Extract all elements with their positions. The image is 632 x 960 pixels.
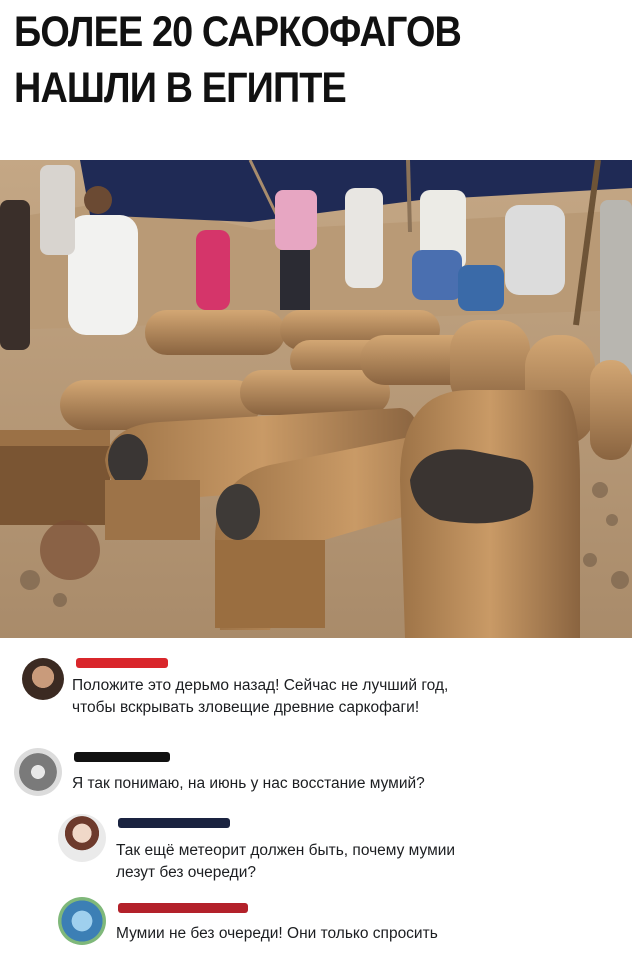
comment-text-line-2: лезут без очереди? [116,864,257,881]
comment-text-line-1: Мумии не без очереди! Они только спросит… [116,925,438,942]
reply-2: Мумии не без очереди! Они только спросит… [0,893,632,960]
redacted-name[interactable] [76,658,168,668]
comment-text-line-1: Положите это дерьмо назад! Сейчас не луч… [72,677,449,694]
comment-1: Положите это дерьмо назад! Сейчас не луч… [0,650,632,740]
comment-text: Я так понимаю, на июнь у нас восстание м… [72,773,622,795]
comment-text-line-2: чтобы вскрывать зловещие древние саркофа… [72,699,420,716]
headline-line-1: БОЛЕЕ 20 САРКОФАГОВ [14,8,462,56]
headline-line-2: НАШЛИ В ЕГИПТЕ [14,64,347,112]
redacted-name[interactable] [118,818,230,828]
comment-text: Мумии не без очереди! Они только спросит… [116,923,626,945]
reply-1: Так ещё метеорит должен быть, почему мум… [0,808,632,893]
comment-text-line-1: Я так понимаю, на июнь у нас восстание м… [72,775,425,792]
redacted-name[interactable] [74,752,170,762]
avatar[interactable] [58,897,106,945]
comment-text: Так ещё метеорит должен быть, почему мум… [116,840,626,884]
avatar[interactable] [58,814,106,862]
comment-text-line-1: Так ещё метеорит должен быть, почему мум… [116,842,456,859]
comment-2: Я так понимаю, на июнь у нас восстание м… [0,740,632,800]
headline: БОЛЕЕ 20 САРКОФАГОВ НАШЛИ В ЕГИПТЕ [14,4,551,116]
avatar[interactable] [22,658,64,700]
sarcophagi-photo [0,160,632,638]
avatar[interactable] [14,748,62,796]
redacted-name[interactable] [118,903,248,913]
comment-text: Положите это дерьмо назад! Сейчас не луч… [72,675,622,719]
